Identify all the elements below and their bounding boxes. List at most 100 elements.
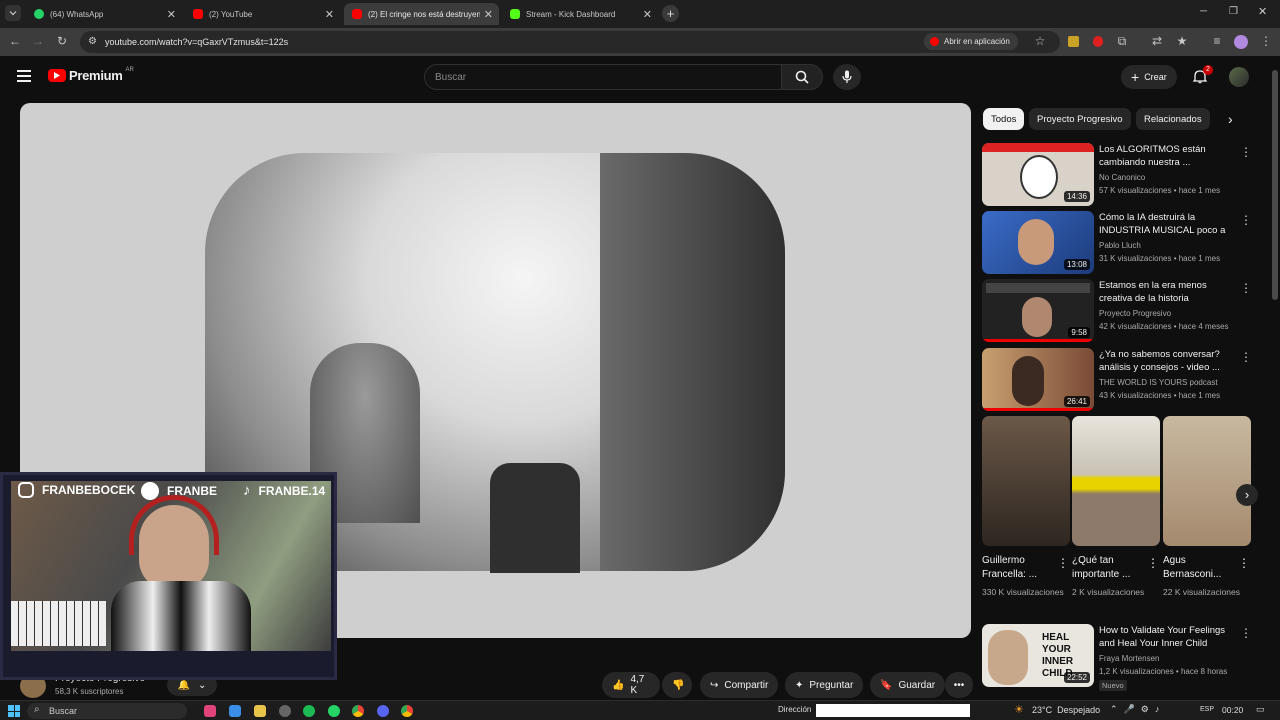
close-window-icon[interactable]: ✕ — [1258, 5, 1267, 18]
video-thumbnail[interactable]: HEAL YOUR INNER CHILD 22:52 — [982, 624, 1094, 687]
forward-icon[interactable]: → — [30, 34, 46, 48]
account-avatar[interactable] — [1229, 67, 1249, 87]
more-vertical-icon[interactable]: ⋮ — [1147, 556, 1159, 570]
language-indicator[interactable]: ESP — [1200, 706, 1214, 713]
close-tab-icon[interactable]: ✕ — [325, 8, 334, 21]
taskbar-search[interactable]: ⌕ Buscar — [27, 703, 187, 719]
translate-icon[interactable]: ⇄ — [1149, 34, 1165, 48]
video-title[interactable]: Los ALGORITMOS están cambiando nuestra .… — [1099, 143, 1227, 169]
create-button[interactable]: + Crear — [1121, 65, 1177, 89]
ask-button[interactable]: ✦ Preguntar — [785, 672, 864, 698]
notifications-button[interactable]: 2 — [1193, 65, 1213, 84]
shelf-next-button[interactable]: › — [1236, 484, 1258, 506]
close-tab-icon[interactable]: ✕ — [484, 8, 493, 21]
menu-kebab-icon[interactable]: ⋮ — [1258, 34, 1274, 48]
taskbar-app-icon[interactable] — [279, 705, 291, 717]
suggested-video[interactable]: HEAL YOUR INNER CHILD 22:52 How to Validate… — [982, 624, 1252, 696]
short-thumbnail[interactable] — [982, 416, 1070, 546]
more-vertical-icon[interactable]: ⋮ — [1240, 145, 1252, 159]
short-thumbnail[interactable] — [1163, 416, 1251, 546]
reload-icon[interactable]: ↻ — [54, 34, 70, 48]
short-thumbnail[interactable] — [1072, 416, 1160, 546]
video-thumbnail[interactable]: 14:36 — [982, 143, 1094, 206]
more-vertical-icon[interactable]: ⋮ — [1240, 213, 1252, 227]
open-in-app-button[interactable]: Abrir en aplicación — [924, 33, 1018, 50]
suggested-video[interactable]: 13:08 Cómo la IA destruirá la INDUSTRIA … — [982, 211, 1252, 275]
video-title[interactable]: Cómo la IA destruirá la INDUSTRIA MUSICA… — [1099, 211, 1227, 237]
tab-kick-dashboard[interactable]: Stream - Kick Dashboard ✕ — [502, 3, 658, 25]
windows-start-icon[interactable] — [8, 705, 20, 717]
video-channel[interactable]: Fraya Mortensen — [1099, 654, 1159, 663]
whatsapp-icon[interactable] — [328, 705, 340, 717]
notification-center-icon[interactable]: ▭ — [1256, 704, 1265, 715]
suggested-video[interactable]: 26:41 ¿Ya no sabemos conversar? análisis… — [982, 348, 1252, 412]
chrome-icon[interactable] — [401, 705, 413, 717]
more-vertical-icon[interactable]: ⋮ — [1240, 626, 1252, 640]
more-vertical-icon[interactable]: ⋮ — [1238, 556, 1250, 570]
taskbar-app-icon[interactable] — [204, 705, 216, 717]
share-button[interactable]: ↪ Compartir — [700, 672, 779, 698]
video-title[interactable]: Estamos en la era menos creativa de la h… — [1099, 279, 1227, 305]
tab-whatsapp[interactable]: (64) WhatsApp ✕ — [26, 3, 182, 25]
restore-icon[interactable]: ❐ — [1229, 6, 1238, 17]
extensions-puzzle-icon[interactable]: ⧉ — [1114, 34, 1130, 49]
more-vertical-icon[interactable]: ⋮ — [1240, 350, 1252, 364]
minimize-icon[interactable]: ─ — [1200, 6, 1207, 17]
favorites-icon[interactable]: ★ — [1174, 34, 1190, 48]
discord-icon[interactable] — [377, 705, 389, 717]
chip-related[interactable]: Relacionados — [1136, 108, 1210, 130]
system-tray-icons[interactable]: ⌃🎤⚙♪ — [1110, 704, 1165, 715]
video-title[interactable]: ¿Ya no sabemos conversar? análisis y con… — [1099, 348, 1227, 374]
video-meta: 31 K visualizaciones • hace 1 mes — [1099, 254, 1221, 263]
chip-all[interactable]: Todos — [983, 108, 1025, 130]
chrome-icon[interactable] — [352, 705, 364, 717]
video-channel[interactable]: Pablo Lluch — [1099, 241, 1141, 250]
save-button[interactable]: 🔖 Guardar — [870, 672, 946, 698]
short-title[interactable]: Guillermo Francella: ... — [982, 554, 1054, 582]
taskbar-app-icon[interactable] — [229, 705, 241, 717]
tab-current-video[interactable]: (2) El cringe nos está destruyendo ✕ — [344, 3, 499, 25]
like-button[interactable]: 👍 4,7 K — [602, 672, 660, 698]
video-thumbnail[interactable]: 26:41 — [982, 348, 1094, 411]
chips-next-icon[interactable]: › — [1228, 111, 1233, 127]
search-input[interactable]: Buscar — [424, 64, 782, 90]
video-thumbnail[interactable]: 13:08 — [982, 211, 1094, 274]
short-title[interactable]: Agus Bernasconi... — [1163, 554, 1235, 582]
address-bar[interactable]: ⚙ youtube.com/watch?v=qGaxrVTzmus&t=122s — [80, 31, 1060, 53]
video-title[interactable]: How to Validate Your Feelings and Heal Y… — [1099, 624, 1227, 650]
extension-icon[interactable] — [1093, 36, 1103, 47]
new-tab-button[interactable]: + — [662, 5, 679, 22]
search-button[interactable] — [781, 64, 823, 90]
hamburger-menu-icon[interactable] — [17, 70, 31, 82]
bookmark-star-icon[interactable]: ☆ — [1032, 34, 1048, 48]
spotify-icon[interactable] — [303, 705, 315, 717]
more-vertical-icon[interactable]: ⋮ — [1057, 556, 1069, 570]
clock[interactable]: 00:20 — [1222, 705, 1243, 715]
weather-text[interactable]: 23°C Despejado — [1032, 705, 1100, 715]
short-title[interactable]: ¿Qué tan importante ... — [1072, 554, 1144, 582]
tab-search-button[interactable] — [5, 5, 21, 21]
back-icon[interactable]: ← — [7, 34, 23, 48]
video-thumbnail[interactable]: 9:58 — [982, 279, 1094, 342]
extension-icon[interactable] — [1068, 36, 1079, 47]
video-channel[interactable]: THE WORLD IS YOURS podcast — [1099, 378, 1218, 387]
profile-avatar[interactable] — [1234, 35, 1248, 49]
suggested-video[interactable]: 14:36 Los ALGORITMOS están cambiando nue… — [982, 143, 1252, 207]
dislike-button[interactable]: 👎 — [662, 672, 692, 698]
chip-channel[interactable]: Proyecto Progresivo — [1029, 108, 1131, 130]
folder-icon[interactable] — [254, 705, 266, 717]
site-info-icon[interactable]: ⚙ — [88, 36, 97, 47]
page-scrollbar[interactable] — [1272, 70, 1278, 300]
close-tab-icon[interactable]: ✕ — [167, 8, 176, 21]
close-tab-icon[interactable]: ✕ — [643, 8, 652, 21]
more-vertical-icon[interactable]: ⋮ — [1240, 281, 1252, 295]
voice-search-button[interactable] — [833, 64, 861, 90]
more-actions-button[interactable]: ••• — [945, 672, 973, 698]
tab-youtube[interactable]: (2) YouTube ✕ — [185, 3, 340, 25]
video-channel[interactable]: Proyecto Progresivo — [1099, 309, 1171, 318]
address-toolbar-input[interactable] — [816, 704, 970, 717]
reading-list-icon[interactable]: ≡ — [1209, 34, 1225, 48]
youtube-premium-logo[interactable]: Premium AR — [48, 67, 134, 83]
suggested-video[interactable]: 9:58 Estamos en la era menos creativa de… — [982, 279, 1252, 343]
video-channel[interactable]: No Canonico — [1099, 173, 1145, 182]
